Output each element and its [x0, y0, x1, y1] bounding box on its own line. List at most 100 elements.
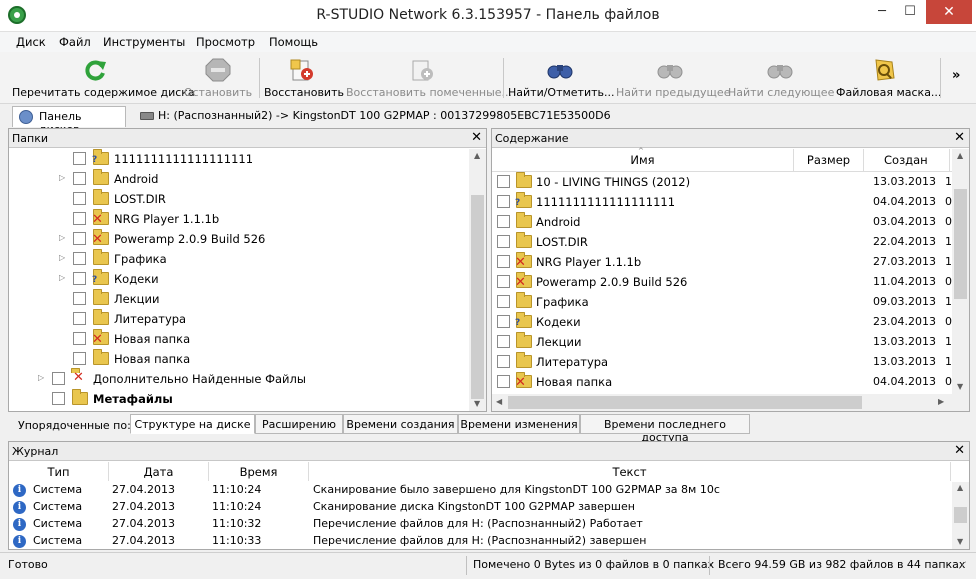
folder-tree-item[interactable]: ✕ Новая папка: [9, 329, 469, 349]
sort-tab-modification-time[interactable]: Времени изменения: [458, 414, 580, 434]
scrollbar-thumb[interactable]: [471, 195, 484, 399]
expand-arrow-icon[interactable]: ▷: [59, 173, 65, 182]
contents-horizontal-scrollbar[interactable]: ◀ ▶: [492, 394, 969, 411]
file-checkbox[interactable]: [497, 335, 510, 348]
folder-tree-item[interactable]: ▷ Графика: [9, 249, 469, 269]
scrollbar-thumb[interactable]: [954, 507, 967, 523]
journal-row[interactable]: i Система 27.04.2013 11:10:24 Сканирован…: [9, 482, 951, 499]
journal-row[interactable]: i Система 27.04.2013 11:10:33 Перечислен…: [9, 533, 951, 550]
folder-checkbox[interactable]: [73, 292, 86, 305]
folder-tree-item[interactable]: ▷ ✕ Poweramp 2.0.9 Build 526: [9, 229, 469, 249]
folder-checkbox[interactable]: [73, 212, 86, 225]
file-row[interactable]: Графика 09.03.2013 1: [492, 292, 952, 312]
journal-vertical-scrollbar[interactable]: ▲ ▼: [952, 482, 969, 549]
journal-row[interactable]: i Система 27.04.2013 11:10:24 Сканирован…: [9, 499, 951, 516]
folder-checkbox[interactable]: [73, 152, 86, 165]
folder-tree-item[interactable]: Лекции: [9, 289, 469, 309]
folder-checkbox[interactable]: [52, 372, 65, 385]
scroll-up-icon[interactable]: ▲: [474, 151, 480, 160]
folder-checkbox[interactable]: [73, 172, 86, 185]
resize-grip-icon[interactable]: ⋰: [958, 561, 967, 571]
file-checkbox[interactable]: [497, 275, 510, 288]
folder-tree-item[interactable]: ▷ ✕ Дополнительно Найденные Файлы: [9, 368, 469, 389]
folder-tree-item[interactable]: ▷ ? Кодеки: [9, 269, 469, 289]
contents-vertical-scrollbar[interactable]: ▲ ▼: [952, 149, 969, 394]
expand-arrow-icon[interactable]: ▷: [59, 253, 65, 262]
file-checkbox[interactable]: [497, 295, 510, 308]
recover-marked-button[interactable]: Восстановить помеченные...: [346, 54, 512, 102]
scroll-right-icon[interactable]: ▶: [938, 397, 944, 406]
file-checkbox[interactable]: [497, 355, 510, 368]
recover-button[interactable]: Восстановить: [264, 54, 344, 102]
file-checkbox[interactable]: [497, 255, 510, 268]
minimize-button[interactable]: ─: [868, 0, 896, 24]
file-mask-button[interactable]: Файловая маска...: [836, 54, 941, 102]
folder-checkbox[interactable]: [73, 252, 86, 265]
file-checkbox[interactable]: [497, 215, 510, 228]
scrollbar-thumb[interactable]: [954, 189, 967, 299]
folder-checkbox[interactable]: [73, 192, 86, 205]
folder-checkbox[interactable]: [73, 232, 86, 245]
file-row[interactable]: ? 1111111111111111111 04.04.2013 0: [492, 192, 952, 212]
scroll-down-icon[interactable]: ▼: [474, 399, 480, 408]
folder-tree-item[interactable]: Новая папка: [9, 349, 469, 369]
tab-disk-panel[interactable]: Панель дисков: [12, 106, 126, 136]
file-row[interactable]: Литература 13.03.2013 1: [492, 352, 952, 372]
menu-file[interactable]: Файл: [59, 35, 91, 49]
folder-checkbox[interactable]: [52, 392, 65, 405]
folder-checkbox[interactable]: [73, 272, 86, 285]
journal-pane-close-button[interactable]: ✕: [954, 443, 965, 458]
folder-tree-item[interactable]: ? 1111111111111111111: [9, 149, 469, 169]
find-next-button[interactable]: Найти следующее: [728, 54, 834, 102]
folder-tree-item[interactable]: ✕ NRG Player 1.1.1b: [9, 209, 469, 229]
file-row[interactable]: ✕ NRG Player 1.1.1b 27.03.2013 1: [492, 252, 952, 272]
column-header-created[interactable]: Создан: [864, 149, 950, 171]
journal-column-time[interactable]: Время: [209, 462, 309, 481]
folder-checkbox[interactable]: [73, 312, 86, 325]
menu-view[interactable]: Просмотр: [196, 35, 255, 49]
maximize-button[interactable]: ☐: [896, 0, 924, 24]
file-row[interactable]: ✕ Poweramp 2.0.9 Build 526 11.04.2013 0: [492, 272, 952, 292]
scroll-down-icon[interactable]: ▼: [957, 537, 963, 546]
menu-disk[interactable]: Диск: [16, 35, 46, 49]
toolbar-overflow-button[interactable]: »: [952, 68, 960, 83]
folder-tree-item[interactable]: LOST.DIR: [9, 189, 469, 209]
scroll-up-icon[interactable]: ▲: [957, 151, 963, 160]
scrollbar-thumb[interactable]: [508, 396, 862, 409]
file-row[interactable]: LOST.DIR 22.04.2013 1: [492, 232, 952, 252]
sort-tab-disk-structure[interactable]: Структуре на диске: [130, 414, 255, 434]
journal-column-text[interactable]: Текст: [309, 462, 951, 481]
folder-tree-item[interactable]: Метафайлы: [9, 389, 469, 409]
expand-arrow-icon[interactable]: ▷: [38, 373, 44, 382]
journal-column-type[interactable]: Тип: [9, 462, 109, 481]
stop-button[interactable]: Остановить: [182, 54, 254, 102]
file-row[interactable]: Android 03.04.2013 0: [492, 212, 952, 232]
journal-row[interactable]: i Система 27.04.2013 11:10:32 Перечислен…: [9, 516, 951, 533]
folder-checkbox[interactable]: [73, 352, 86, 365]
scroll-down-icon[interactable]: ▼: [957, 382, 963, 391]
file-row[interactable]: ✕ Новая папка 04.04.2013 0: [492, 372, 952, 392]
folder-checkbox[interactable]: [73, 332, 86, 345]
rescan-button[interactable]: Перечитать содержимое диска: [12, 54, 195, 102]
menu-tools[interactable]: Инструменты: [103, 35, 185, 49]
file-row[interactable]: ? Кодеки 23.04.2013 0: [492, 312, 952, 332]
contents-pane-close-button[interactable]: ✕: [954, 130, 965, 145]
file-checkbox[interactable]: [497, 235, 510, 248]
scroll-up-icon[interactable]: ▲: [957, 483, 963, 492]
journal-column-date[interactable]: Дата: [109, 462, 209, 481]
folder-tree-item[interactable]: Литература: [9, 309, 469, 329]
file-checkbox[interactable]: [497, 195, 510, 208]
find-mark-button[interactable]: Найти/Отметить...: [508, 54, 615, 102]
close-window-button[interactable]: ✕: [926, 0, 972, 24]
file-row[interactable]: 10 - LIVING THINGS (2012) 13.03.2013 1: [492, 172, 952, 192]
file-checkbox[interactable]: [497, 375, 510, 388]
folder-tree-item[interactable]: ▷ Android: [9, 169, 469, 189]
tab-drive-files[interactable]: H: (Распознанный2) -> KingstonDT 100 G2P…: [134, 106, 611, 127]
sort-tab-creation-time[interactable]: Времени создания: [343, 414, 458, 434]
scroll-left-icon[interactable]: ◀: [496, 397, 502, 406]
sort-tab-extension[interactable]: Расширению: [255, 414, 343, 434]
find-previous-button[interactable]: Найти предыдущее: [616, 54, 730, 102]
menu-help[interactable]: Помощь: [269, 35, 318, 49]
file-checkbox[interactable]: [497, 315, 510, 328]
file-checkbox[interactable]: [497, 175, 510, 188]
